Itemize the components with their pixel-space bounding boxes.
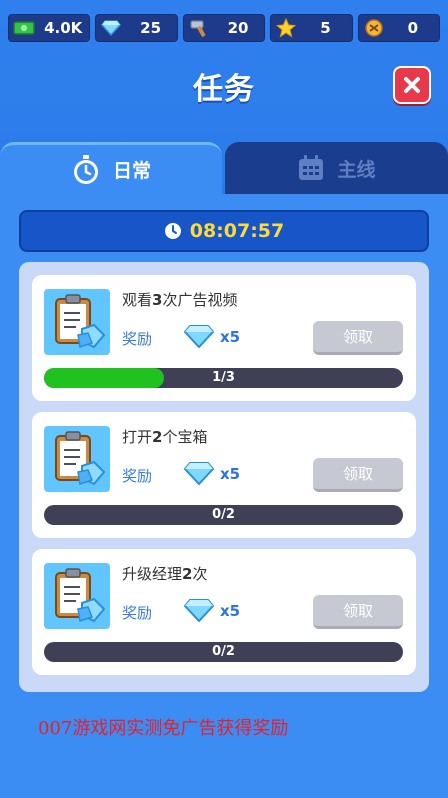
calendar-icon xyxy=(299,155,324,180)
task-progress-bar: 1/3 xyxy=(44,368,403,388)
watermark-text: 007游戏网实测免广告获得奖励 xyxy=(38,718,289,739)
tab-main-label: 主线 xyxy=(337,158,376,181)
reward-quantity: x5 xyxy=(220,602,241,620)
gem-value: 25 xyxy=(140,19,162,37)
task-card: 观看3次广告视频 奖励 x5 领取 1/3 xyxy=(32,275,416,401)
task-progress-text: 0/2 xyxy=(212,507,235,522)
task-progress-bar: 0/2 xyxy=(44,642,403,662)
cash-icon xyxy=(12,16,36,40)
badge-icon xyxy=(362,16,386,40)
claim-button[interactable]: 领取 xyxy=(313,458,403,492)
reward-label: 奖励 xyxy=(122,330,153,348)
task-card: 升级经理2次 奖励 x5 领取 0/2 xyxy=(32,549,416,675)
cash-counter[interactable]: 4.0K xyxy=(8,14,91,42)
timer-text: 08:07:57 xyxy=(189,220,285,242)
tab-main[interactable]: 主线 xyxy=(225,142,448,194)
task-progress-text: 0/2 xyxy=(212,644,235,659)
task-progress-text: 1/3 xyxy=(212,370,235,385)
task-panel: 08:07:57 观看3次广告视频 奖励 x5 领取 1/3 打开2个宝箱 奖励… xyxy=(0,194,448,798)
gem-counter[interactable]: 25 xyxy=(95,14,178,42)
task-clipboard-icon xyxy=(44,426,110,492)
tab-daily-label: 日常 xyxy=(112,160,151,182)
reward-gem-icon xyxy=(183,324,215,352)
task-title: 升级经理2次 xyxy=(122,565,208,583)
clock-icon xyxy=(164,223,181,239)
claim-button[interactable]: 领取 xyxy=(313,321,403,355)
star-icon xyxy=(274,16,298,40)
task-tabs: 日常 主线 xyxy=(0,142,448,194)
hammer-counter[interactable]: 20 xyxy=(182,14,266,42)
reward-label: 奖励 xyxy=(122,604,153,622)
task-title: 打开2个宝箱 xyxy=(122,428,208,446)
reward-gem-icon xyxy=(183,598,215,626)
task-clipboard-icon xyxy=(44,563,110,629)
hammer-icon xyxy=(187,16,211,40)
star-value: 5 xyxy=(320,19,331,37)
badge-value: 0 xyxy=(407,19,419,37)
gem-icon xyxy=(99,16,123,40)
reward-quantity: x5 xyxy=(220,328,241,346)
tab-daily[interactable]: 日常 xyxy=(0,142,222,194)
badge-counter[interactable]: 0 xyxy=(357,14,441,42)
reward-gem-icon xyxy=(183,461,215,489)
reward-quantity: x5 xyxy=(220,465,241,483)
reward-label: 奖励 xyxy=(122,467,153,485)
task-title: 观看3次广告视频 xyxy=(122,291,238,309)
cash-value: 4.0K xyxy=(44,19,83,37)
page-title: 任务 xyxy=(193,72,255,107)
task-card: 打开2个宝箱 奖励 x5 领取 0/2 xyxy=(32,412,416,538)
task-clipboard-icon xyxy=(44,289,110,355)
task-list: 观看3次广告视频 奖励 x5 领取 1/3 打开2个宝箱 奖励 x5 领取 0/… xyxy=(19,262,429,692)
reset-timer: 08:07:57 xyxy=(19,210,429,252)
task-progress-bar: 0/2 xyxy=(44,505,403,525)
claim-button[interactable]: 领取 xyxy=(313,595,403,629)
stopwatch-icon xyxy=(73,154,98,184)
resource-bar: 4.0K 25 20 5 0 xyxy=(8,14,441,42)
close-icon xyxy=(404,77,420,93)
hammer-value: 20 xyxy=(227,19,249,37)
star-counter[interactable]: 5 xyxy=(270,14,353,42)
close-button[interactable] xyxy=(393,66,431,104)
